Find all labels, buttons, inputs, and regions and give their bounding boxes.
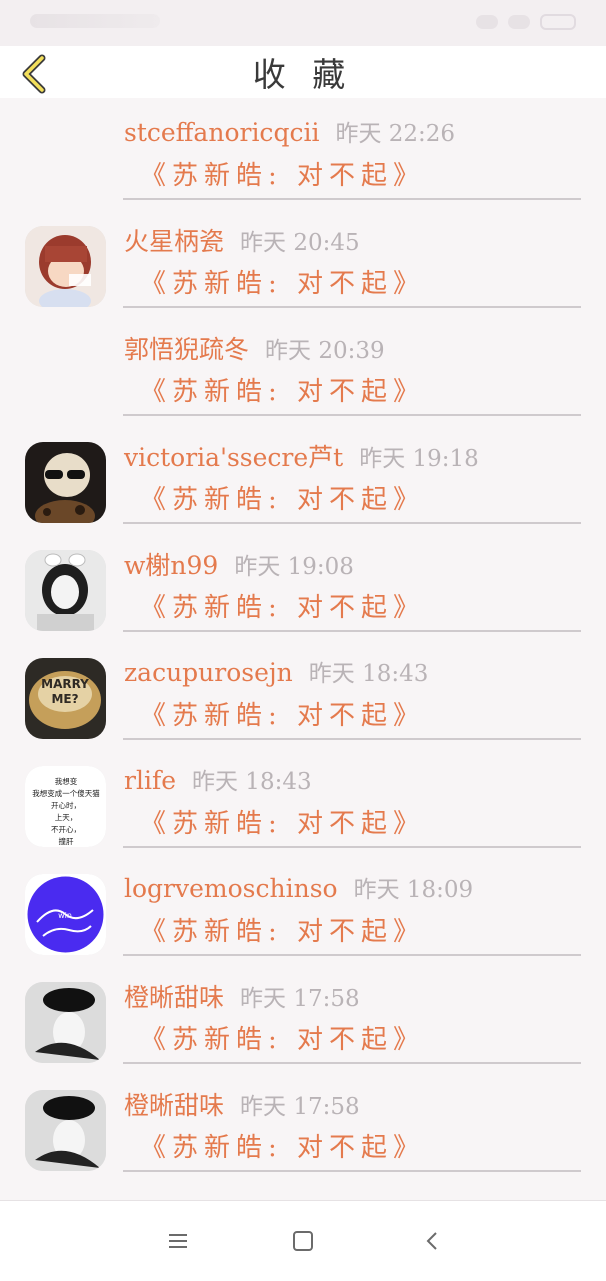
song-title: 《苏新皓: 对不起》 <box>140 701 426 731</box>
divider <box>123 198 581 200</box>
svg-text:上天，: 上天， <box>55 813 78 822</box>
user-name: 橙晰甜味 <box>124 983 225 1012</box>
item-user-name: 郭悟猊疏冬 昨天 20:39 <box>124 330 385 366</box>
timestamp: 昨天 18:43 <box>308 661 429 687</box>
svg-text:我想变: 我想变 <box>55 776 78 786</box>
avatar[interactable] <box>25 982 106 1063</box>
divider <box>123 954 581 956</box>
status-bar <box>0 0 606 46</box>
svg-text:win: win <box>58 911 72 920</box>
timestamp: 昨天 20:45 <box>240 230 360 256</box>
timestamp: 昨天 19:08 <box>234 554 354 580</box>
user-name: stceffanoricqcii <box>124 118 320 147</box>
song-title: 《苏新皓: 对不起》 <box>140 377 426 407</box>
user-name: w榭n99 <box>124 551 219 580</box>
item-user-name: 橙晰甜味 昨天 17:58 <box>124 1086 360 1122</box>
svg-text:ME?: ME? <box>51 692 78 706</box>
avatar[interactable] <box>25 442 106 523</box>
back-triangle-icon[interactable] <box>416 1225 448 1257</box>
item-user-name: victoria'ssecre芦t 昨天 19:18 <box>124 438 479 474</box>
list-item[interactable]: w榭n99 昨天 19:08 《苏新皓: 对不起》 <box>0 530 606 638</box>
user-name: zacupurosejn <box>124 658 293 687</box>
song-title: 《苏新皓: 对不起》 <box>140 1133 426 1163</box>
item-user-name: w榭n99 昨天 19:08 <box>124 546 354 582</box>
favorites-list[interactable]: stceffanoricqcii 昨天 22:26 《苏新皓: 对不起》 火星柄瓷… <box>0 98 606 1200</box>
status-time-blur <box>30 14 160 28</box>
divider <box>123 522 581 524</box>
user-name: rlife <box>124 766 176 795</box>
divider <box>123 630 581 632</box>
item-user-name: 橙晰甜味 昨天 17:58 <box>124 978 360 1014</box>
user-name: 橙晰甜味 <box>124 1091 225 1120</box>
avatar[interactable] <box>25 1090 106 1171</box>
list-item[interactable]: victoria'ssecre芦t 昨天 19:18 《苏新皓: 对不起》 <box>0 422 606 530</box>
svg-text:撞肝: 撞肝 <box>59 836 74 846</box>
list-item[interactable]: 火星柄瓷 昨天 20:45 《苏新皓: 对不起》 <box>0 206 606 314</box>
avatar[interactable] <box>25 226 106 307</box>
avatar[interactable] <box>25 550 106 631</box>
status-icons <box>476 14 576 30</box>
system-nav-bar <box>0 1200 606 1281</box>
list-item[interactable]: 橙晰甜味 昨天 17:58 《苏新皓: 对不起》 <box>0 1070 606 1178</box>
battery-icon <box>540 14 576 30</box>
divider <box>123 846 581 848</box>
timestamp: 昨天 17:58 <box>240 1094 360 1120</box>
list-item[interactable]: win logrvemoschinso 昨天 18:09 《苏新皓: 对不起》 <box>0 854 606 962</box>
divider <box>123 414 581 416</box>
song-title: 《苏新皓: 对不起》 <box>140 1025 426 1055</box>
svg-text:不开心，: 不开心， <box>51 825 81 834</box>
user-name: 郭悟猊疏冬 <box>124 335 250 364</box>
divider <box>123 1062 581 1064</box>
song-title: 《苏新皓: 对不起》 <box>140 593 426 623</box>
timestamp: 昨天 18:09 <box>353 877 474 903</box>
song-title: 《苏新皓: 对不起》 <box>140 161 426 191</box>
song-title: 《苏新皓: 对不起》 <box>140 809 426 839</box>
user-name: 火星柄瓷 <box>124 227 225 256</box>
list-item[interactable]: MARRY ME? zacupurosejn 昨天 18:43 《苏新皓: 对不起… <box>0 638 606 746</box>
timestamp: 昨天 22:26 <box>335 121 456 147</box>
user-name: logrvemoschinso <box>124 874 338 903</box>
avatar[interactable]: MARRY ME? <box>25 658 106 739</box>
list-item[interactable]: 橙晰甜味 昨天 17:58 《苏新皓: 对不起》 <box>0 962 606 1070</box>
svg-text:MARRY: MARRY <box>41 677 89 691</box>
item-user-name: zacupurosejn 昨天 18:43 <box>124 654 428 688</box>
page-title: 收 藏 <box>252 55 354 94</box>
list-item[interactable]: 我想变 我想变成一个傻天猫 开心时， 上天， 不开心， 撞肝 rlife 昨天 1… <box>0 746 606 854</box>
item-user-name: logrvemoschinso 昨天 18:09 <box>124 870 473 904</box>
timestamp: 昨天 19:18 <box>359 446 479 472</box>
divider <box>123 1170 581 1172</box>
avatar[interactable]: win <box>25 874 106 955</box>
avatar[interactable]: 我想变 我想变成一个傻天猫 开心时， 上天， 不开心， 撞肝 <box>25 766 106 847</box>
signal-icon <box>476 15 498 29</box>
timestamp: 昨天 18:43 <box>192 769 312 795</box>
list-item[interactable]: 郭悟猊疏冬 昨天 20:39 《苏新皓: 对不起》 <box>0 314 606 422</box>
svg-text:我想变成一个傻天猫: 我想变成一个傻天猫 <box>32 788 100 798</box>
item-user-name: stceffanoricqcii 昨天 22:26 <box>124 114 455 148</box>
song-title: 《苏新皓: 对不起》 <box>140 485 426 515</box>
timestamp: 昨天 17:58 <box>240 986 360 1012</box>
wifi-icon <box>508 15 530 29</box>
menu-icon[interactable] <box>162 1225 194 1257</box>
timestamp: 昨天 20:39 <box>265 338 385 364</box>
divider <box>123 738 581 740</box>
song-title: 《苏新皓: 对不起》 <box>140 917 426 947</box>
item-user-name: rlife 昨天 18:43 <box>124 762 312 796</box>
home-square-icon[interactable] <box>287 1225 319 1257</box>
song-title: 《苏新皓: 对不起》 <box>140 269 426 299</box>
list-item[interactable]: stceffanoricqcii 昨天 22:26 《苏新皓: 对不起》 <box>0 98 606 206</box>
user-name: victoria'ssecre芦t <box>124 443 344 472</box>
svg-text:开心时，: 开心时， <box>51 800 81 810</box>
item-user-name: 火星柄瓷 昨天 20:45 <box>124 222 360 258</box>
divider <box>123 306 581 308</box>
